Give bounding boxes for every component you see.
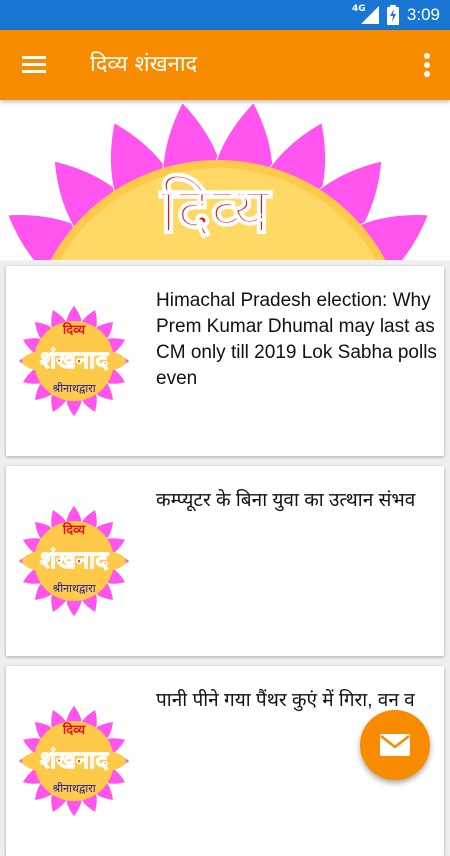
news-thumbnail: दिव्य शंखनाद श्रीनाथद्वारा xyxy=(17,506,131,616)
logo-line-3: श्रीनाथद्वारा xyxy=(52,582,95,595)
logo-line-1: दिव्य xyxy=(62,322,86,338)
mail-fab-button[interactable] xyxy=(360,710,430,780)
logo-line-1: दिव्य xyxy=(62,522,86,538)
logo-line-3: श्रीनाथद्वारा xyxy=(52,782,95,795)
banner-logo: दिव्य xyxy=(0,101,450,262)
status-bar: 4G 3:09 xyxy=(0,0,450,30)
page-title: दिव्य शंखनाद xyxy=(90,52,198,77)
news-card[interactable]: दिव्य शंखनाद श्रीनाथद्वारा Himachal Prad… xyxy=(6,266,444,456)
battery-icon xyxy=(386,5,399,25)
logo-line-1: दिव्य xyxy=(62,722,86,738)
news-headline[interactable]: कम्प्यूटर के बिना युवा का उत्थान संभव xyxy=(156,488,441,514)
banner-logo-text: दिव्य xyxy=(159,173,272,248)
logo-line-3: श्रीनाथद्वारा xyxy=(52,382,95,395)
mail-icon xyxy=(380,734,410,756)
logo-line-2: शंखनाद xyxy=(40,546,109,574)
more-vert-icon[interactable] xyxy=(420,50,434,80)
news-card[interactable]: दिव्य शंखनाद श्रीनाथद्वारा कम्प्यूटर के … xyxy=(6,466,444,656)
logo-line-2: शंखनाद xyxy=(40,346,109,374)
signal-icon xyxy=(360,6,379,24)
clock: 3:09 xyxy=(406,5,440,24)
news-headline[interactable]: Himachal Pradesh election: Why Prem Kuma… xyxy=(156,288,441,392)
news-thumbnail: दिव्य शंखनाद श्रीनाथद्वारा xyxy=(17,306,131,416)
hamburger-menu-icon[interactable] xyxy=(20,52,50,78)
banner-image: दिव्य xyxy=(0,100,450,262)
app-toolbar: दिव्य शंखनाद xyxy=(0,30,450,100)
logo-line-2: शंखनाद xyxy=(40,746,109,774)
